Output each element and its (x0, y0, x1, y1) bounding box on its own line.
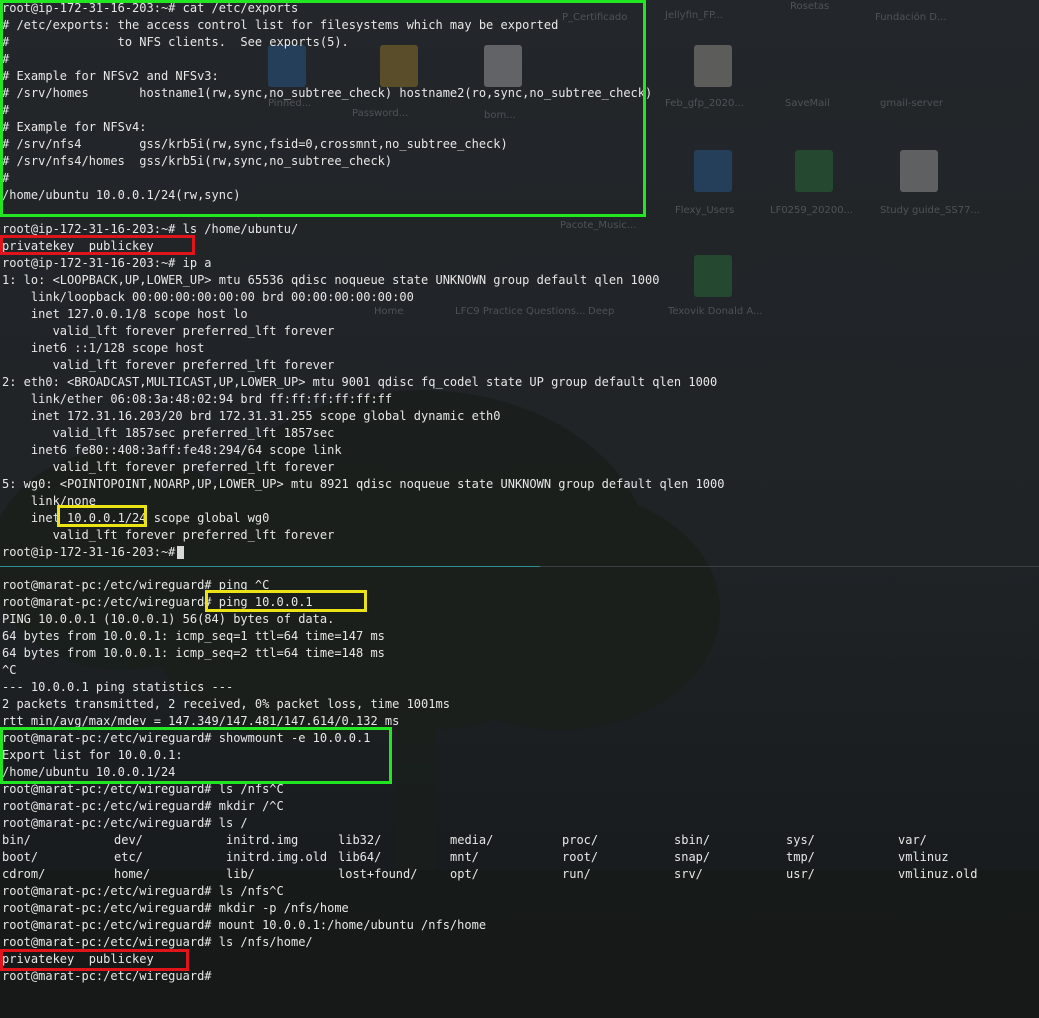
dir-entry: dev/ (114, 833, 143, 847)
prompt-line: root@ip-172-31-16-203:~# (2, 545, 183, 559)
prompt-line: root@marat-pc:/etc/wireguard# mount 10.0… (2, 918, 487, 932)
output-line: 5: wg0: <POINTOPOINT,NOARP,UP,LOWER_UP> … (2, 477, 725, 491)
dir-entry: cdrom/ (2, 867, 46, 881)
dir-entry: vmlinuz.old (898, 867, 978, 881)
output-line: 64 bytes from 10.0.0.1: icmp_seq=1 ttl=6… (2, 629, 385, 643)
output-line: inet 127.0.0.1/8 scope host lo (2, 307, 248, 321)
dir-entry: snap/ (674, 850, 711, 864)
dir-entry: run/ (562, 867, 591, 881)
output-line: inet6 fe80::408:3aff:fe48:294/64 scope l… (2, 443, 342, 457)
dir-entry: etc/ (114, 850, 143, 864)
output-line: valid_lft forever preferred_lft forever (2, 460, 335, 474)
prompt-line: root@marat-pc:/etc/wireguard# ls /nfs^C (2, 884, 284, 898)
dir-entry: boot/ (2, 850, 39, 864)
output-line: valid_lft forever preferred_lft forever (2, 324, 335, 338)
output-line: link/loopback 00:00:00:00:00:00 brd 00:0… (2, 290, 414, 304)
dir-entry: initrd.img (226, 833, 299, 847)
dir-entry: proc/ (562, 833, 599, 847)
output-line: valid_lft forever preferred_lft forever (2, 528, 335, 542)
output-line: link/ether 06:08:3a:48:02:94 brd ff:ff:f… (2, 392, 393, 406)
dir-entry: opt/ (450, 867, 479, 881)
output-line: --- 10.0.0.1 ping statistics --- (2, 680, 234, 694)
dir-entry: tmp/ (786, 850, 815, 864)
dir-entry: mnt/ (450, 850, 479, 864)
output-line: valid_lft forever preferred_lft forever (2, 358, 335, 372)
dir-entry: home/ (114, 867, 151, 881)
output-line: valid_lft 1857sec preferred_lft 1857sec (2, 426, 335, 440)
dir-entry: sbin/ (674, 833, 711, 847)
prompt-line: root@ip-172-31-16-203:~# ip a (2, 256, 212, 270)
dir-entry: lost+found/ (338, 867, 418, 881)
exports-highlight-box (0, 0, 646, 217)
output-line: 1: lo: <LOOPBACK,UP,LOWER_UP> mtu 65536 … (2, 273, 660, 287)
dir-entry: lib/ (226, 867, 255, 881)
prompt-line: root@marat-pc:/etc/wireguard# ls / (2, 816, 248, 830)
output-line: inet 172.31.16.203/20 brd 172.31.31.255 … (2, 409, 501, 423)
dir-entry: sys/ (786, 833, 815, 847)
local-keys-highlight-box (0, 949, 189, 971)
wg0-address-highlight-box (57, 505, 147, 527)
terminal-cursor (177, 546, 184, 559)
dir-entry: var/ (898, 833, 927, 847)
dir-entry: bin/ (2, 833, 31, 847)
showmount-highlight-box (0, 727, 392, 784)
dir-entry: srv/ (674, 867, 703, 881)
dir-entry: vmlinuz (898, 850, 949, 864)
dir-entry: usr/ (786, 867, 815, 881)
dir-entry: lib64/ (338, 850, 382, 864)
output-line: 2: eth0: <BROADCAST,MULTICAST,UP,LOWER_U… (2, 375, 718, 389)
dir-entry: lib32/ (338, 833, 382, 847)
output-line: inet6 ::1/128 scope host (2, 341, 205, 355)
remote-keys-highlight-box (0, 235, 195, 255)
prompt-line: root@marat-pc:/etc/wireguard# mkdir -p /… (2, 901, 349, 915)
dir-entry: initrd.img.old (226, 850, 328, 864)
output-line: ^C (2, 663, 17, 677)
output-line: PING 10.0.0.1 (10.0.0.1) 56(84) bytes of… (2, 612, 335, 626)
dir-entry: root/ (562, 850, 599, 864)
prompt-line: root@marat-pc:/etc/wireguard# mkdir /^C (2, 799, 284, 813)
output-line: 2 packets transmitted, 2 received, 0% pa… (2, 697, 450, 711)
ping-command-highlight-box (205, 590, 367, 612)
output-line: 64 bytes from 10.0.0.1: icmp_seq=2 ttl=6… (2, 646, 385, 660)
dir-entry: media/ (450, 833, 494, 847)
